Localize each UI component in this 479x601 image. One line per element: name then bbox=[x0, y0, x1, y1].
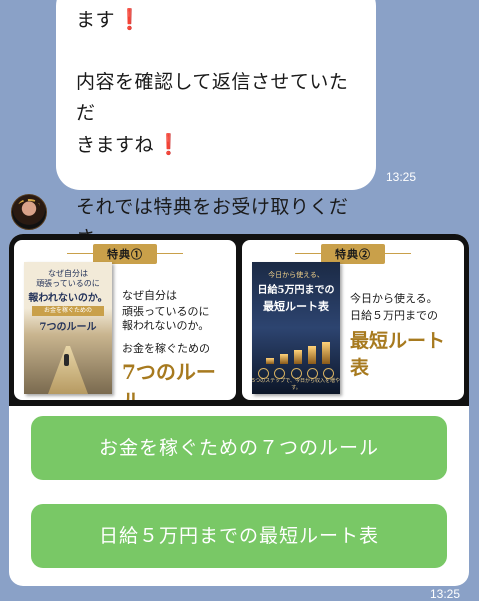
message-line: ます bbox=[76, 9, 116, 31]
bonus-1-text: 頑張っているのに bbox=[122, 305, 210, 318]
book-cover-1: なぜ自分は 頑張っているのに 報われないのか。 お金を稼ぐための 7つのルール bbox=[24, 262, 112, 394]
bonus-2-text: 今日から使える。 bbox=[350, 292, 438, 305]
book-title-line: 7つのルール bbox=[39, 322, 97, 333]
book-title-line: 日給5万円までの bbox=[257, 285, 335, 296]
exclamation-icon: ❗ bbox=[156, 132, 182, 156]
book-footer: 5つのステップで、今日から収入を増やす。 bbox=[252, 378, 340, 391]
bonus-1-text: お金を稼ぐための bbox=[122, 342, 210, 355]
book-title-line: 今日から使える、 bbox=[268, 271, 324, 279]
road-illustration bbox=[48, 346, 88, 394]
seven-rules-button[interactable]: お金を稼ぐための７つのルール bbox=[31, 416, 447, 480]
book-title-line: 最短ルート表 bbox=[263, 300, 329, 313]
offer-timestamp: 13:25 bbox=[430, 587, 461, 601]
offer-card: 特典① なぜ自分は 頑張っているのに 報われないのか。 お金を稼ぐための 7つの… bbox=[9, 234, 469, 586]
bonus-2-title: 最短ルート表 bbox=[350, 330, 446, 379]
book-strip: お金を稼ぐための bbox=[32, 306, 104, 316]
growth-chart-illustration bbox=[264, 342, 330, 364]
bonus-ribbon-1: 特典① bbox=[67, 244, 183, 264]
bonus-2-text: 日給５万円までの bbox=[350, 309, 438, 322]
message-line: きますね bbox=[76, 134, 155, 156]
person-illustration bbox=[64, 354, 69, 366]
book-title-line: 頑張っているのに bbox=[36, 279, 100, 288]
book-cover-2: 今日から使える、 日給5万円までの 最短ルート表 5つのステップで、今日から収入… bbox=[252, 262, 340, 394]
shortest-route-button[interactable]: 日給５万円までの最短ルート表 bbox=[31, 504, 447, 568]
avatar[interactable] bbox=[11, 194, 47, 230]
message-line: 内容を確認して返信させていただ bbox=[76, 71, 349, 124]
bonus-1-text: 報われないのか。 bbox=[122, 319, 210, 332]
message-bubble: ます ❗ 内容を確認して返信させていただ きますね ❗ それでは特典をお受け取りくだ… bbox=[56, 0, 376, 280]
bonus-1-title: 7つのルール bbox=[122, 360, 216, 400]
offer-banner-image[interactable]: 特典① なぜ自分は 頑張っているのに 報われないのか。 お金を稼ぐための 7つの… bbox=[9, 234, 469, 406]
bonus-panel-1: 特典① なぜ自分は 頑張っているのに 報われないのか。 お金を稼ぐための 7つの… bbox=[14, 240, 236, 400]
bonus-ribbon-2: 特典② bbox=[295, 244, 411, 264]
book-title-line: 報われないのか。 bbox=[28, 293, 108, 304]
message-timestamp: 13:25 bbox=[386, 170, 417, 184]
bonus-1-text: なぜ自分は bbox=[122, 289, 177, 302]
exclamation-icon: ❗ bbox=[117, 7, 143, 31]
bonus-panel-2: 特典② 今日から使える、 日給5万円までの 最短ルート表 5つのステップで、今日… bbox=[242, 240, 464, 400]
